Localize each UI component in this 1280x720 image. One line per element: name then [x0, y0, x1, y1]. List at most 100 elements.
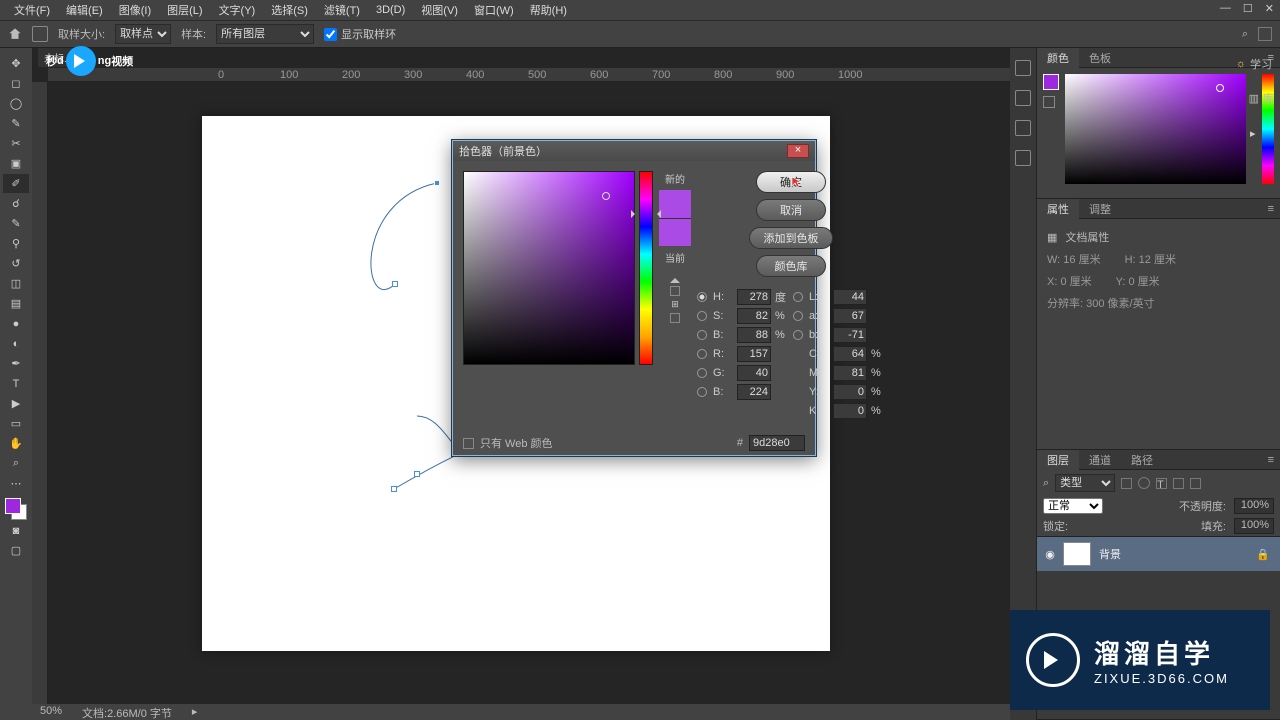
- dialog-color-field[interactable]: [463, 171, 635, 365]
- ok-button[interactable]: 确定: [756, 171, 826, 193]
- gamut-warning-icon[interactable]: [670, 273, 680, 283]
- quickmask-toggle[interactable]: ◙: [3, 521, 29, 540]
- panel-foreground-swatch[interactable]: [1043, 74, 1059, 90]
- home-icon[interactable]: [8, 27, 22, 41]
- sample-target-select[interactable]: 所有图层: [216, 24, 314, 44]
- dialog-hue-slider[interactable]: [639, 171, 653, 365]
- web-only-checkbox[interactable]: [463, 438, 474, 449]
- menu-image[interactable]: 图像(I): [111, 0, 159, 20]
- filter-smart-icon[interactable]: [1190, 478, 1201, 489]
- menu-3d[interactable]: 3D(D): [368, 2, 413, 18]
- healing-tool[interactable]: ☌: [3, 194, 29, 213]
- path-select-tool[interactable]: ▶: [3, 394, 29, 413]
- dialog-close-icon[interactable]: ×: [787, 144, 809, 158]
- menu-view[interactable]: 视图(V): [413, 0, 466, 20]
- filter-pixel-icon[interactable]: [1121, 478, 1132, 489]
- foreground-color-swatch[interactable]: [5, 498, 21, 514]
- workspace-icon[interactable]: [1258, 27, 1272, 41]
- input-k[interactable]: [833, 403, 867, 419]
- history-brush-tool[interactable]: ↺: [3, 254, 29, 273]
- info-panel-icon[interactable]: [1015, 90, 1031, 106]
- fill-value[interactable]: 100%: [1234, 518, 1274, 534]
- panel-menu-icon[interactable]: ≡: [1262, 454, 1280, 466]
- dialog-titlebar[interactable]: 拾色器（前景色） ×: [453, 141, 815, 161]
- history-panel-icon[interactable]: [1015, 60, 1031, 76]
- radio-b[interactable]: [697, 330, 707, 340]
- quick-select-tool[interactable]: ✎: [3, 114, 29, 133]
- blur-tool[interactable]: ●: [3, 314, 29, 333]
- move-tool[interactable]: ✥: [3, 54, 29, 73]
- input-c[interactable]: [833, 346, 867, 362]
- input-l[interactable]: [833, 289, 867, 305]
- cancel-button[interactable]: 取消: [756, 199, 826, 221]
- radio-h[interactable]: [697, 292, 707, 302]
- input-g[interactable]: [737, 365, 771, 381]
- libraries-button[interactable]: ▥库: [1249, 90, 1274, 106]
- radio-a[interactable]: [793, 311, 803, 321]
- filter-adjust-icon[interactable]: [1138, 477, 1150, 489]
- input-r[interactable]: [737, 346, 771, 362]
- type-tool[interactable]: T: [3, 374, 29, 393]
- radio-l[interactable]: [793, 292, 803, 302]
- tab-properties[interactable]: 属性: [1037, 199, 1079, 219]
- menu-file[interactable]: 文件(F): [6, 0, 58, 20]
- layer-row-background[interactable]: ◉ 背景 🔒: [1037, 537, 1280, 571]
- layer-thumbnail[interactable]: [1063, 542, 1091, 566]
- radio-r[interactable]: [697, 349, 707, 359]
- learn-button[interactable]: ☼学习: [1236, 56, 1272, 72]
- blend-mode-select[interactable]: 正常: [1043, 498, 1103, 514]
- filter-shape-icon[interactable]: [1173, 478, 1184, 489]
- window-maximize-icon[interactable]: ☐: [1243, 2, 1253, 15]
- screenmode-toggle[interactable]: ▢: [3, 541, 29, 560]
- filter-search-icon[interactable]: ⌕: [1043, 477, 1049, 490]
- input-s[interactable]: [737, 308, 771, 324]
- doc-size-info[interactable]: 文档:2.66M/0 字节: [82, 705, 172, 719]
- layer-name[interactable]: 背景: [1099, 546, 1121, 562]
- pen-tool[interactable]: ✒: [3, 354, 29, 373]
- hand-tool[interactable]: ✋: [3, 434, 29, 453]
- websafe-warning-icon[interactable]: ⊞: [671, 299, 679, 310]
- panel-menu-icon[interactable]: ≡: [1262, 203, 1280, 215]
- panel-background-swatch[interactable]: [1043, 96, 1055, 108]
- input-a[interactable]: [833, 308, 867, 324]
- current-color-swatch[interactable]: [659, 218, 691, 246]
- window-close-icon[interactable]: ✕: [1265, 2, 1274, 15]
- frame-tool[interactable]: ▣: [3, 154, 29, 173]
- tab-paths[interactable]: 路径: [1121, 450, 1163, 470]
- filter-type-icon[interactable]: T: [1156, 478, 1167, 489]
- tab-channels[interactable]: 通道: [1079, 450, 1121, 470]
- anchor-point[interactable]: [434, 180, 440, 186]
- websafe-swatch[interactable]: [670, 313, 680, 323]
- zoom-level[interactable]: 50%: [40, 705, 62, 719]
- search-icon[interactable]: ⌕: [1242, 28, 1248, 41]
- visibility-icon[interactable]: ◉: [1037, 548, 1063, 561]
- tab-color[interactable]: 颜色: [1037, 48, 1079, 68]
- radio-bl[interactable]: [697, 387, 707, 397]
- color-libraries-button[interactable]: 颜色库: [756, 255, 826, 277]
- dodge-tool[interactable]: ◐: [3, 334, 29, 353]
- lock-icon[interactable]: 🔒: [1246, 548, 1280, 561]
- input-bright[interactable]: [737, 327, 771, 343]
- brush-settings-icon[interactable]: [1015, 120, 1031, 136]
- color-swatches[interactable]: [5, 498, 27, 520]
- add-to-swatches-button[interactable]: 添加到色板: [749, 227, 833, 249]
- radio-bb[interactable]: [793, 330, 803, 340]
- input-blue[interactable]: [737, 384, 771, 400]
- opacity-value[interactable]: 100%: [1234, 498, 1274, 514]
- marquee-tool[interactable]: ◻: [3, 74, 29, 93]
- layer-filter-select[interactable]: 类型: [1055, 474, 1115, 492]
- gradient-tool[interactable]: ▤: [3, 294, 29, 313]
- color-field[interactable]: [1065, 74, 1246, 184]
- tab-adjustments[interactable]: 调整: [1079, 199, 1121, 219]
- gamut-swatch[interactable]: [670, 286, 680, 296]
- input-m[interactable]: [833, 365, 867, 381]
- eyedropper-tool-icon[interactable]: [32, 26, 48, 42]
- menu-edit[interactable]: 编辑(E): [58, 0, 111, 20]
- brush-tool[interactable]: ✎: [3, 214, 29, 233]
- tab-layers[interactable]: 图层: [1037, 450, 1079, 470]
- rectangle-tool[interactable]: ▭: [3, 414, 29, 433]
- anchor-point[interactable]: [391, 486, 397, 492]
- menu-filter[interactable]: 滤镜(T): [316, 0, 368, 20]
- show-sampling-ring-checkbox[interactable]: 显示取样环: [324, 26, 396, 42]
- menu-type[interactable]: 文字(Y): [211, 0, 264, 20]
